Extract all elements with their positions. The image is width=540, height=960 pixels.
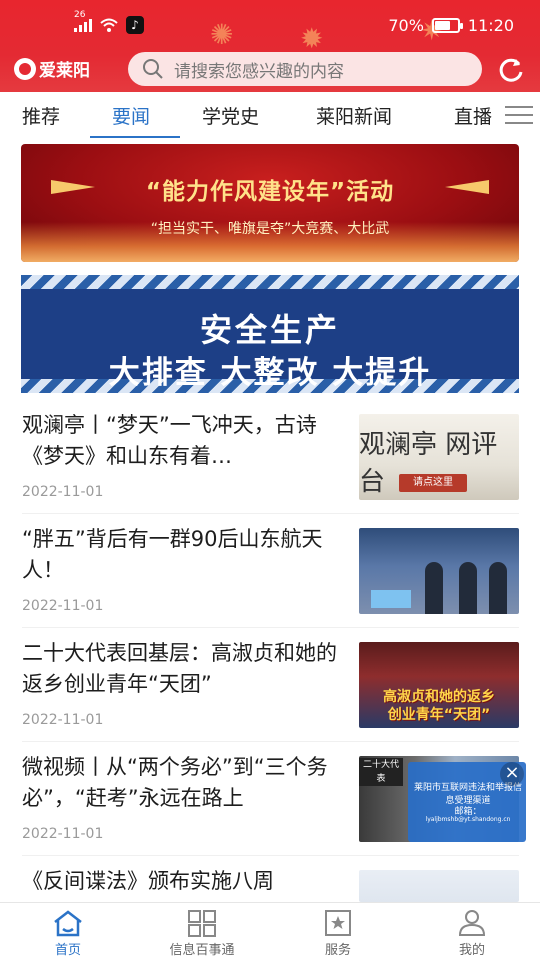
thumb-caption-line-2: 创业青年“天团” <box>387 707 491 723</box>
news-date: 2022-11-01 <box>22 826 104 842</box>
nav-profile[interactable]: 我的 <box>422 909 522 958</box>
news-title: 二十大代表回基层：高淑贞和她的返乡创业青年“天团” <box>22 641 337 696</box>
app-logo[interactable]: 爱莱阳 <box>14 56 90 81</box>
tab-laiyang-news[interactable]: 莱阳新闻 <box>316 102 392 129</box>
thumb-tag: 二十大代表 <box>359 758 403 786</box>
thumb-screen <box>371 590 411 608</box>
nav-label: 信息百事通 <box>169 943 235 958</box>
nav-label: 首页 <box>54 943 81 958</box>
banner-safety-panel: 安全生产 大排查 大整改 大提升 <box>21 289 519 391</box>
app-header: ✺ ✹ ✷ 26 ♪ 70% 11:20 爱莱阳 请搜索您感兴趣的内容 <box>0 0 540 92</box>
banner-ability-campaign[interactable]: “能力作风建设年”活动 “担当实干、唯旗是夺”大竞赛、大比武 <box>21 144 519 262</box>
divider <box>22 855 519 856</box>
close-icon[interactable]: × <box>500 762 524 786</box>
nav-service[interactable]: 服务 <box>288 909 388 958</box>
tab-live[interactable]: 直播 <box>454 102 492 129</box>
tab-party-history[interactable]: 学党史 <box>202 102 259 129</box>
news-date: 2022-11-01 <box>22 484 104 500</box>
bottom-navigation: 首页 信息百事通 服务 我的 <box>0 902 540 960</box>
status-bar: 26 ♪ 70% 11:20 <box>0 0 540 52</box>
tiktok-icon: ♪ <box>126 16 144 34</box>
logo-text: 爱莱阳 <box>39 61 90 81</box>
news-thumbnail <box>359 870 519 902</box>
banner-safety-subtitle: 大排查 大整改 大提升 <box>108 355 432 391</box>
grid-icon <box>188 910 216 937</box>
news-item[interactable]: 《反间谍法》颁布实施八周 <box>0 866 540 902</box>
divider <box>22 513 519 514</box>
search-icon <box>143 59 163 79</box>
logo-mark-icon <box>14 57 36 80</box>
thumb-person <box>425 562 443 614</box>
news-title: “胖五”背后有一群90后山东航天人！ <box>22 527 323 582</box>
thumb-click-here: 请点这里 <box>399 474 467 492</box>
battery-percent: 70% <box>388 16 424 35</box>
news-title: 观澜亭丨“梦天”一飞冲天，古诗《梦天》和山东有着… <box>22 413 317 468</box>
signal-icon <box>74 18 92 32</box>
active-tab-indicator <box>90 136 180 138</box>
thumb-person <box>489 562 507 614</box>
thumb-caption: 高淑贞和她的返乡 创业青年“天团” <box>359 688 519 724</box>
news-title: 《反间谍法》颁布实施八周 <box>22 869 274 893</box>
news-date: 2022-11-01 <box>22 598 104 614</box>
nav-label: 服务 <box>324 943 351 958</box>
news-title: 微视频丨从“两个务必”到“三个务必”，“赶考”永远在路上 <box>22 755 328 810</box>
star-bookmark-icon <box>325 910 351 936</box>
tab-menu-icon[interactable] <box>505 106 533 126</box>
network-type: 26 <box>74 10 86 20</box>
category-tabs: 推荐 要闻 学党史 莱阳新闻 直播 <box>0 92 540 140</box>
refresh-icon[interactable] <box>497 56 525 84</box>
news-item[interactable]: 观澜亭丨“梦天”一飞冲天，古诗《梦天》和山东有着… 2022-11-01 观澜亭… <box>0 410 540 524</box>
status-right: 70% 11:20 <box>388 16 514 35</box>
news-thumbnail <box>359 528 519 614</box>
thumb-caption-line-1: 高淑贞和她的返乡 <box>383 689 495 705</box>
tab-recommend[interactable]: 推荐 <box>22 102 60 129</box>
nav-info-service[interactable]: 信息百事通 <box>152 909 252 958</box>
wifi-icon <box>100 18 118 32</box>
news-thumbnail: 高淑贞和她的返乡 创业青年“天团” <box>359 642 519 728</box>
divider <box>22 627 519 628</box>
thumb-person <box>459 562 477 614</box>
news-item[interactable]: “胖五”背后有一群90后山东航天人！ 2022-11-01 <box>0 524 540 638</box>
status-left-icons: 26 ♪ <box>74 10 144 34</box>
banner-safety-production[interactable]: 安全生产 大排查 大整改 大提升 <box>21 275 519 393</box>
news-date: 2022-11-01 <box>22 712 104 728</box>
home-icon <box>54 910 82 937</box>
nav-home[interactable]: 首页 <box>18 909 118 958</box>
banner-safety-title: 安全生产 <box>199 311 340 349</box>
banner-title: “能力作风建设年”活动 <box>145 179 395 205</box>
news-thumbnail: 观澜亭 网评台 请点这里 <box>359 414 519 500</box>
tab-headlines[interactable]: 要闻 <box>112 102 150 129</box>
search-placeholder: 请搜索您感兴趣的内容 <box>174 61 344 82</box>
clock: 11:20 <box>467 16 514 35</box>
battery-icon <box>431 18 463 33</box>
nav-label: 我的 <box>458 943 485 958</box>
search-bar[interactable]: 请搜索您感兴趣的内容 <box>128 52 482 86</box>
banner-subtitle: “担当实干、唯旗是夺”大竞赛、大比武 <box>150 221 390 237</box>
news-item[interactable]: 二十大代表回基层：高淑贞和她的返乡创业青年“天团” 2022-11-01 高淑贞… <box>0 638 540 752</box>
divider <box>22 741 519 742</box>
user-icon <box>458 910 486 936</box>
float-ad-email: lyaljbmshb@yt.shandong.cn <box>425 816 511 823</box>
